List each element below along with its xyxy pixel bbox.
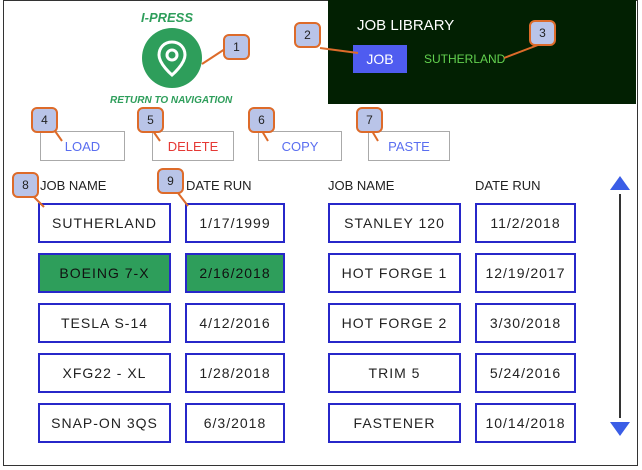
current-job-name: SUTHERLAND: [424, 52, 506, 66]
date-run-cell[interactable]: 1/17/1999: [185, 203, 285, 243]
job-name-cell[interactable]: TRIM 5: [328, 353, 461, 393]
job-name-cell[interactable]: HOT FORGE 2: [328, 303, 461, 343]
load-button[interactable]: LOAD: [40, 131, 125, 161]
date-run-cell[interactable]: 4/12/2016: [185, 303, 285, 343]
right-date-run-header: DATE RUN: [475, 178, 541, 193]
callout-6: 6: [248, 107, 275, 133]
scrollbar[interactable]: [608, 172, 632, 442]
delete-button[interactable]: DELETE: [152, 131, 234, 161]
date-run-cell[interactable]: 11/2/2018: [475, 203, 576, 243]
job-name-cell-selected[interactable]: BOEING 7-X: [38, 253, 171, 293]
paste-button[interactable]: PASTE: [368, 131, 450, 161]
job-name-cell[interactable]: SNAP-ON 3QS: [38, 403, 171, 443]
job-button[interactable]: JOB: [353, 45, 407, 73]
job-library-panel: JOB LIBRARY JOB SUTHERLAND: [328, 0, 636, 104]
job-name-cell[interactable]: XFG22 - XL: [38, 353, 171, 393]
job-library-title: JOB LIBRARY: [357, 17, 455, 34]
date-run-cell[interactable]: 6/3/2018: [185, 403, 285, 443]
callout-7: 7: [356, 107, 383, 133]
job-name-cell[interactable]: SUTHERLAND: [38, 203, 171, 243]
right-job-name-header: JOB NAME: [328, 178, 395, 193]
date-run-cell[interactable]: 12/19/2017: [475, 253, 576, 293]
left-date-run-header: DATE RUN: [186, 178, 252, 193]
job-name-cell[interactable]: FASTENER: [328, 403, 461, 443]
callout-9: 9: [157, 168, 184, 194]
scroll-up-arrow-icon: [610, 176, 630, 190]
map-pin-icon[interactable]: [142, 28, 202, 88]
left-job-name-header: JOB NAME: [40, 178, 107, 193]
callout-3: 3: [529, 20, 556, 46]
job-name-cell[interactable]: TESLA S-14: [38, 303, 171, 343]
date-run-cell-selected[interactable]: 2/16/2018: [185, 253, 285, 293]
callout-4: 4: [31, 107, 58, 133]
callout-5: 5: [137, 107, 164, 133]
callout-1: 1: [223, 34, 250, 60]
date-run-cell[interactable]: 3/30/2018: [475, 303, 576, 343]
job-name-cell[interactable]: STANLEY 120: [328, 203, 461, 243]
job-name-cell[interactable]: HOT FORGE 1: [328, 253, 461, 293]
callout-2: 2: [294, 22, 321, 48]
date-run-cell[interactable]: 10/14/2018: [475, 403, 576, 443]
scroll-down-arrow-icon: [610, 422, 630, 436]
brand-title: I-PRESS: [141, 10, 194, 25]
callout-8: 8: [12, 172, 39, 198]
return-to-navigation-link[interactable]: RETURN TO NAVIGATION: [110, 95, 232, 106]
copy-button[interactable]: COPY: [258, 131, 342, 161]
date-run-cell[interactable]: 5/24/2016: [475, 353, 576, 393]
date-run-cell[interactable]: 1/28/2018: [185, 353, 285, 393]
